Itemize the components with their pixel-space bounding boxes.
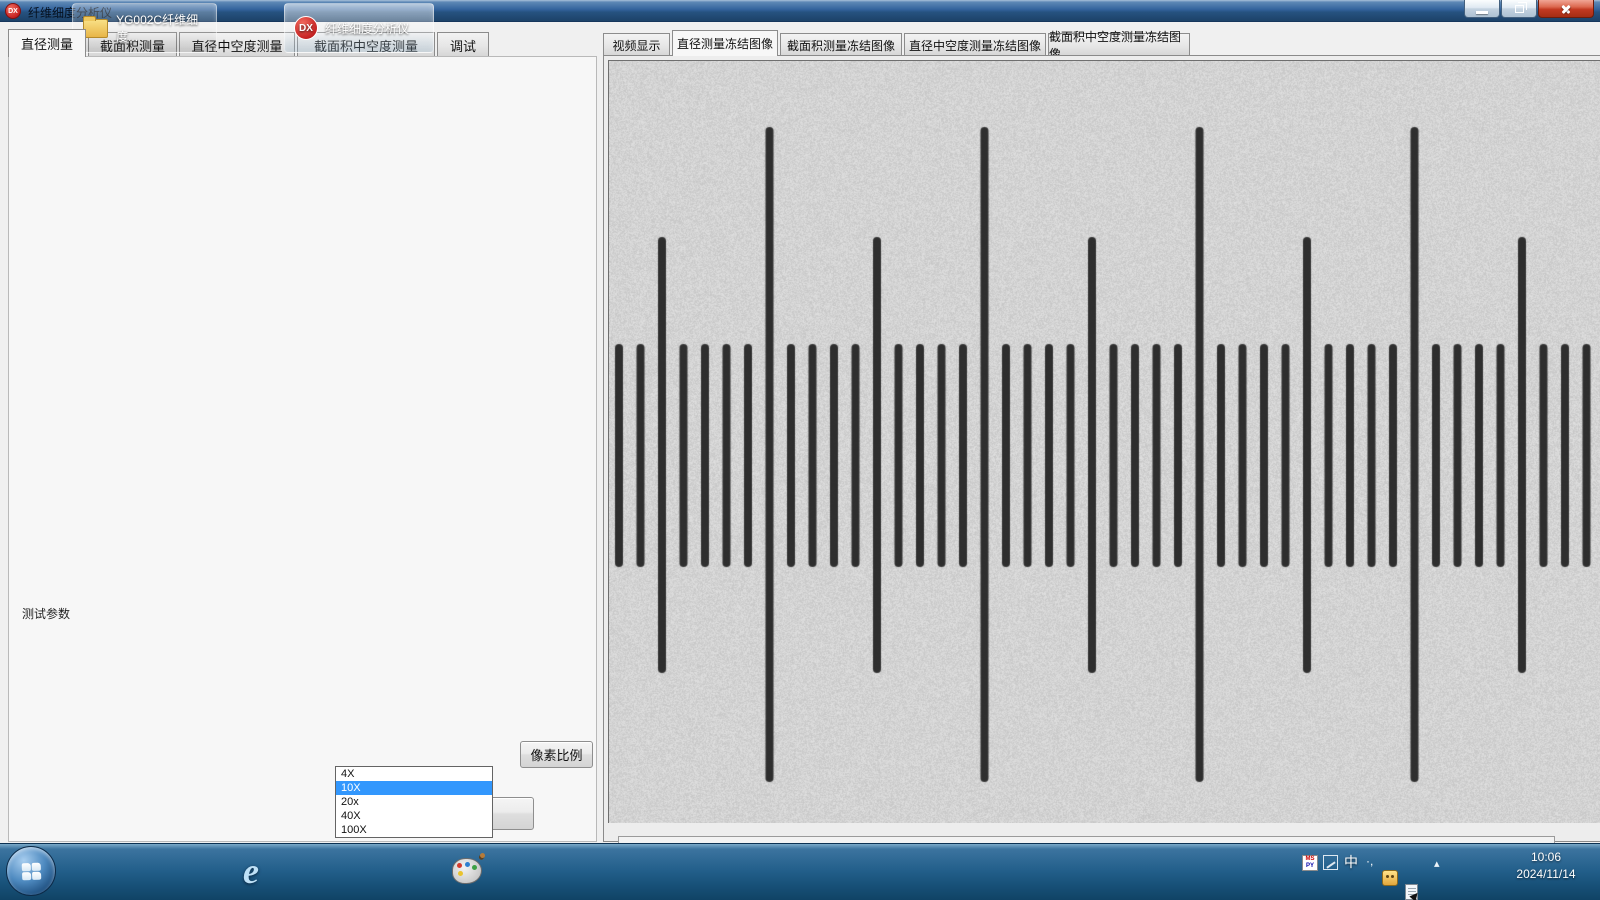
taskbar-app-button[interactable]: DX 纤维细度分析仪 bbox=[284, 3, 434, 53]
taskbar-app-label: 纤维细度分析仪 bbox=[325, 20, 409, 37]
magnification-option-20x[interactable]: 20x bbox=[336, 795, 492, 809]
ime-mspy-icon[interactable]: MS PY bbox=[1302, 855, 1318, 871]
ime-writing-pad-icon[interactable] bbox=[1405, 884, 1418, 900]
tab-diameter-measure[interactable]: 直径测量 bbox=[8, 29, 86, 57]
taskbar-folder-label: YG002C纤维细度... bbox=[116, 11, 216, 45]
tray-expand-icon[interactable]: ▴ bbox=[1434, 857, 1440, 870]
magnification-dropdown-list: 4X 10X 20x 40X 100X bbox=[335, 766, 493, 838]
image-hscrollbar[interactable] bbox=[618, 836, 1555, 843]
magnification-option-100x[interactable]: 100X bbox=[336, 823, 492, 837]
minimize-icon bbox=[1476, 11, 1488, 14]
start-button[interactable] bbox=[6, 846, 56, 896]
folder-icon bbox=[83, 19, 108, 38]
micrograph-image[interactable] bbox=[608, 60, 1600, 823]
tab-video-display[interactable]: 视频显示 bbox=[603, 33, 670, 56]
ime-emoticon-icon[interactable] bbox=[1382, 870, 1398, 886]
pixel-ratio-button[interactable]: 像素比例 bbox=[520, 741, 593, 768]
minimize-button[interactable] bbox=[1464, 0, 1500, 18]
ime-language-indicator[interactable]: 中 bbox=[1344, 852, 1358, 872]
tab-diameter-frozen-image[interactable]: 直径测量冻结图像 bbox=[672, 30, 778, 56]
magnification-option-4x[interactable]: 4X bbox=[336, 767, 492, 781]
screen: DX 纤维细度分析仪 直径测量 截面积测量 直径中空度测量 截面积中空度测量 调… bbox=[0, 0, 1600, 900]
palette-icon bbox=[452, 858, 482, 884]
ime-punctuation-indicator[interactable]: ·, bbox=[1366, 854, 1373, 868]
tray-date: 2024/11/14 bbox=[1500, 866, 1592, 883]
window-titlebar: DX 纤维细度分析仪 bbox=[0, 0, 1600, 22]
app-icon: DX bbox=[294, 16, 318, 40]
close-button[interactable] bbox=[1538, 0, 1594, 18]
magnification-option-40x[interactable]: 40X bbox=[336, 809, 492, 823]
close-icon bbox=[1560, 3, 1572, 15]
windows-flag-icon bbox=[22, 863, 43, 882]
taskbar-folder-button[interactable]: YG002C纤维细度... bbox=[72, 3, 217, 53]
taskbar-ie-button[interactable]: e bbox=[224, 846, 278, 896]
tray-time: 10:06 bbox=[1500, 849, 1592, 866]
taskbar-paint-button[interactable] bbox=[440, 846, 494, 896]
tab-cross-section-frozen-image[interactable]: 截面积测量冻结图像 bbox=[780, 33, 902, 56]
test-params-title: 测试参数 bbox=[18, 605, 74, 622]
restore-button[interactable] bbox=[1501, 0, 1537, 18]
magnification-option-10x[interactable]: 10X bbox=[336, 781, 492, 795]
restore-icon bbox=[1515, 5, 1524, 13]
tray-clock[interactable]: 10:06 2024/11/14 bbox=[1500, 849, 1592, 883]
app-icon: DX bbox=[5, 3, 21, 19]
left-panel bbox=[8, 56, 597, 842]
tab-debug[interactable]: 调试 bbox=[437, 32, 489, 57]
ime-pen-icon[interactable] bbox=[1323, 855, 1338, 870]
tab-cross-section-hollowness-frozen-image[interactable]: 截面积中空度测量冻结图像 bbox=[1048, 33, 1190, 56]
tab-diameter-hollowness-frozen-image[interactable]: 直径中空度测量冻结图像 bbox=[904, 33, 1046, 56]
internet-explorer-icon: e bbox=[243, 850, 259, 892]
